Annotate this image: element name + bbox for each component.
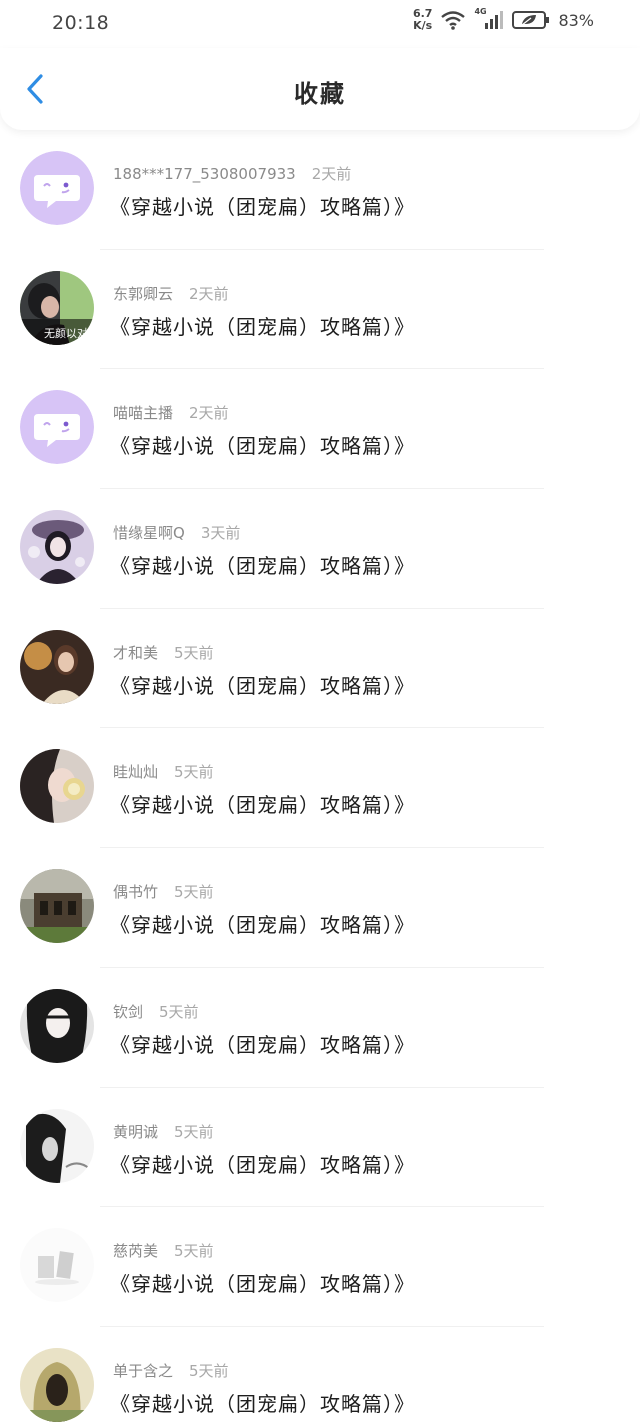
author-name: 单于含之 [113, 1361, 174, 1380]
avatar[interactable] [20, 1347, 94, 1422]
status-bar: 20:18 6.7 K/s 4G 83% [0, 0, 640, 48]
avatar[interactable] [20, 151, 94, 225]
avatar-caption: 无颜以对 [44, 326, 88, 340]
avatar[interactable] [20, 510, 94, 585]
wifi-icon [441, 11, 466, 30]
item-title[interactable]: 《穿越小说（团宠扁）攻略篇）》 [110, 670, 415, 699]
list-item[interactable]: 慈芮美 5天前 《穿越小说（团宠扁）攻略篇）》 [0, 1207, 640, 1327]
author-name: 才和美 [113, 643, 159, 662]
item-title[interactable]: 《穿越小说（团宠扁）攻略篇）》 [110, 1388, 415, 1417]
time-ago: 2天前 [189, 284, 229, 303]
signal-icon [485, 11, 504, 29]
author-line: 眭灿灿 5天前 [113, 761, 214, 782]
item-title[interactable]: 《穿越小说（团宠扁）攻略篇）》 [110, 191, 415, 220]
network-speed: 6.7 K/s [413, 8, 433, 32]
time-ago: 2天前 [189, 404, 229, 423]
author-line: 钦剑 5天前 [113, 1001, 199, 1022]
list-item[interactable]: 喵喵主播 2天前 《穿越小说（团宠扁）攻略篇）》 [0, 369, 640, 490]
network-speed-unit: K/s [413, 19, 433, 32]
item-title[interactable]: 《穿越小说（团宠扁）攻略篇）》 [110, 1029, 415, 1058]
time-ago: 3天前 [200, 524, 241, 543]
list-item[interactable]: 才和美 5天前 《穿越小说（团宠扁）攻略篇）》 [0, 609, 640, 729]
author-line: 惜缘星啊Q 3天前 [113, 522, 240, 543]
item-title[interactable]: 《穿越小说（团宠扁）攻略篇）》 [110, 311, 415, 340]
battery-icon [512, 11, 550, 29]
author-name: 偶书竹 [113, 883, 159, 902]
list-item[interactable]: 单于含之 5天前 《穿越小说（团宠扁）攻略篇）》 [0, 1327, 640, 1422]
item-title[interactable]: 《穿越小说（团宠扁）攻略篇）》 [110, 909, 415, 938]
cellular-signal: 4G [474, 7, 504, 31]
author-name: 钦剑 [113, 1002, 144, 1021]
time-ago: 5天前 [174, 763, 214, 782]
author-line: 偶书竹 5天前 [113, 881, 214, 902]
favorites-list: 188***177_5308007933 2天前 《穿越小说（团宠扁）攻略篇）》 … [0, 130, 640, 1422]
avatar[interactable] [20, 390, 94, 465]
list-item[interactable]: 眭灿灿 5天前 《穿越小说（团宠扁）攻略篇）》 [0, 728, 640, 849]
author-name: 黄明诚 [113, 1122, 159, 1141]
nav-header: 收藏 [0, 48, 640, 130]
list-item[interactable]: 偶书竹 5天前 《穿越小说（团宠扁）攻略篇）》 [0, 848, 640, 968]
avatar[interactable] [20, 749, 94, 824]
status-icons: 6.7 K/s 4G 83% [413, 7, 594, 32]
item-title[interactable]: 《穿越小说（团宠扁）攻略篇）》 [110, 430, 415, 459]
list-item[interactable]: 惜缘星啊Q 3天前 《穿越小说（团宠扁）攻略篇）》 [0, 489, 640, 609]
time-ago: 2天前 [311, 165, 352, 183]
author-name: 东郭卿云 [113, 284, 174, 303]
author-line: 单于含之 5天前 [113, 1360, 229, 1381]
author-line: 慈芮美 5天前 [113, 1240, 214, 1261]
battery-percent: 83% [558, 10, 594, 30]
time-ago: 5天前 [174, 643, 214, 662]
author-line: 东郭卿云 2天前 [113, 283, 229, 304]
time-ago: 5天前 [174, 883, 214, 902]
list-item[interactable]: 无颜以对 东郭卿云 2天前 《穿越小说（团宠扁）攻略篇）》 [0, 250, 640, 370]
time-ago: 5天前 [174, 1242, 214, 1261]
author-name: 188***177_5308007933 [113, 165, 296, 183]
avatar[interactable] [20, 1228, 94, 1303]
avatar[interactable] [20, 629, 94, 704]
list-item[interactable]: 钦剑 5天前 《穿越小说（团宠扁）攻略篇）》 [0, 968, 640, 1088]
list-item[interactable]: 188***177_5308007933 2天前 《穿越小说（团宠扁）攻略篇）》 [0, 130, 640, 250]
author-name: 喵喵主播 [113, 404, 174, 423]
author-line: 黄明诚 5天前 [113, 1121, 214, 1142]
author-name: 慈芮美 [113, 1242, 159, 1261]
author-name: 眭灿灿 [113, 763, 159, 782]
time-ago: 5天前 [189, 1361, 229, 1380]
page-title: 收藏 [294, 80, 346, 108]
author-line: 喵喵主播 2天前 [113, 402, 229, 423]
list-item[interactable]: 黄明诚 5天前 《穿越小说（团宠扁）攻略篇）》 [0, 1088, 640, 1208]
avatar[interactable]: 无颜以对 [20, 270, 94, 345]
avatar[interactable] [20, 869, 94, 944]
status-time: 20:18 [52, 12, 110, 34]
item-title[interactable]: 《穿越小说（团宠扁）攻略篇）》 [110, 550, 415, 579]
avatar[interactable] [20, 988, 94, 1063]
item-title[interactable]: 《穿越小说（团宠扁）攻略篇）》 [110, 1149, 415, 1178]
author-line: 188***177_5308007933 2天前 [113, 163, 351, 184]
author-line: 才和美 5天前 [113, 642, 214, 663]
item-title[interactable]: 《穿越小说（团宠扁）攻略篇）》 [110, 789, 415, 818]
avatar[interactable] [20, 1108, 94, 1183]
item-title[interactable]: 《穿越小说（团宠扁）攻略篇）》 [110, 1268, 415, 1297]
time-ago: 5天前 [159, 1002, 199, 1021]
time-ago: 5天前 [174, 1122, 214, 1141]
author-name: 惜缘星啊Q [113, 524, 185, 543]
